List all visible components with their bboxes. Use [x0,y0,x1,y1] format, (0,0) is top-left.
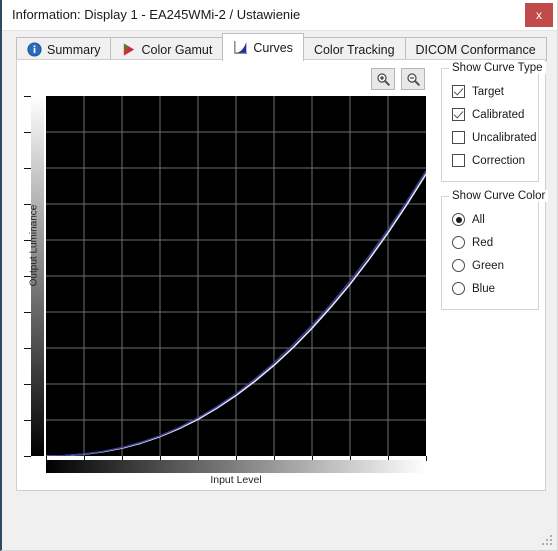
uncalibrated-checkbox[interactable] [452,131,465,144]
show-curve-color-group: Show Curve Color All Red Green Blue [441,190,549,310]
close-button[interactable]: x [525,3,553,27]
info-icon [27,42,42,57]
resize-grip[interactable] [542,535,554,547]
zoom-in-icon [376,72,390,86]
tab-color-gamut[interactable]: Color Gamut [110,37,224,61]
tab-content-curves: Output Luminance Input Level Show Curve … [16,59,549,491]
y-axis-tick [24,348,31,349]
tab-label: Curves [253,40,293,55]
tab-label: Summary [47,42,101,57]
all-radio[interactable] [452,213,465,226]
radio-label: Blue [472,282,496,295]
y-axis-tick [24,132,31,133]
checkbox-row-correction[interactable]: Correction [450,149,530,172]
tab-curves[interactable]: Curves [222,33,304,61]
tab-color-tracking[interactable]: Color Tracking [302,37,406,61]
y-axis-tick [24,420,31,421]
y-axis-tick [24,96,31,97]
checkbox-row-target[interactable]: Target [450,80,530,103]
red-radio[interactable] [452,236,465,249]
correction-checkbox[interactable] [452,154,465,167]
show-curve-type-group: Show Curve Type Target Calibrated Uncali… [441,62,546,182]
tab-summary[interactable]: Summary [16,37,112,61]
checkbox-row-calibrated[interactable]: Calibrated [450,103,530,126]
title-bar: Information: Display 1 - EA245WMi-2 / Us… [2,0,557,31]
y-axis-label: Output Luminance [28,204,40,287]
plot-area [46,96,426,456]
tab-dicom-conformance[interactable]: DICOM Conformance [404,37,547,61]
curve-icon [234,40,248,54]
curve-lines [46,96,426,456]
gamut-triangle-icon [124,43,135,56]
zoom-out-icon [406,72,420,86]
chart-zoom-controls [371,68,425,90]
calibrated-checkbox[interactable] [452,108,465,121]
tab-label: Color Gamut [141,42,213,57]
checkbox-label: Uncalibrated [472,131,537,144]
radio-row-red[interactable]: Red [450,231,530,254]
show-curve-color-title: Show Curve Color [449,190,549,202]
y-axis-tick [24,456,31,457]
target-checkbox[interactable] [452,85,465,98]
radio-row-blue[interactable]: Blue [450,277,530,300]
curve-options-panel: Show Curve Type Target Calibrated Uncali… [441,62,549,324]
x-axis-tick [426,456,427,461]
radio-label: All [472,213,485,226]
checkbox-label: Calibrated [472,108,525,121]
checkbox-label: Target [472,85,504,98]
tab-label: DICOM Conformance [415,42,536,57]
zoom-out-button[interactable] [401,68,425,90]
show-curve-type-title: Show Curve Type [449,62,546,74]
y-axis-tick [24,384,31,385]
checkbox-label: Correction [472,154,526,167]
green-radio[interactable] [452,259,465,272]
radio-row-all[interactable]: All [450,208,530,231]
curves-chart: Output Luminance Input Level [17,60,437,490]
radio-label: Green [472,259,504,272]
information-window: Information: Display 1 - EA245WMi-2 / Us… [0,0,558,551]
radio-row-green[interactable]: Green [450,254,530,277]
tab-bar: Summary Color Gamut Curves Color Trackin… [2,31,557,62]
tab-label: Color Tracking [313,42,395,57]
x-axis-gradient [46,460,426,473]
zoom-in-button[interactable] [371,68,395,90]
radio-label: Red [472,236,494,249]
checkbox-row-uncalibrated[interactable]: Uncalibrated [450,126,537,149]
window-title: Information: Display 1 - EA245WMi-2 / Us… [12,7,301,22]
y-axis-tick [24,168,31,169]
x-axis-label: Input Level [210,474,262,486]
tab-list: Summary Color Gamut Curves Color Trackin… [16,33,547,62]
blue-radio[interactable] [452,282,465,295]
y-axis-tick [24,312,31,313]
